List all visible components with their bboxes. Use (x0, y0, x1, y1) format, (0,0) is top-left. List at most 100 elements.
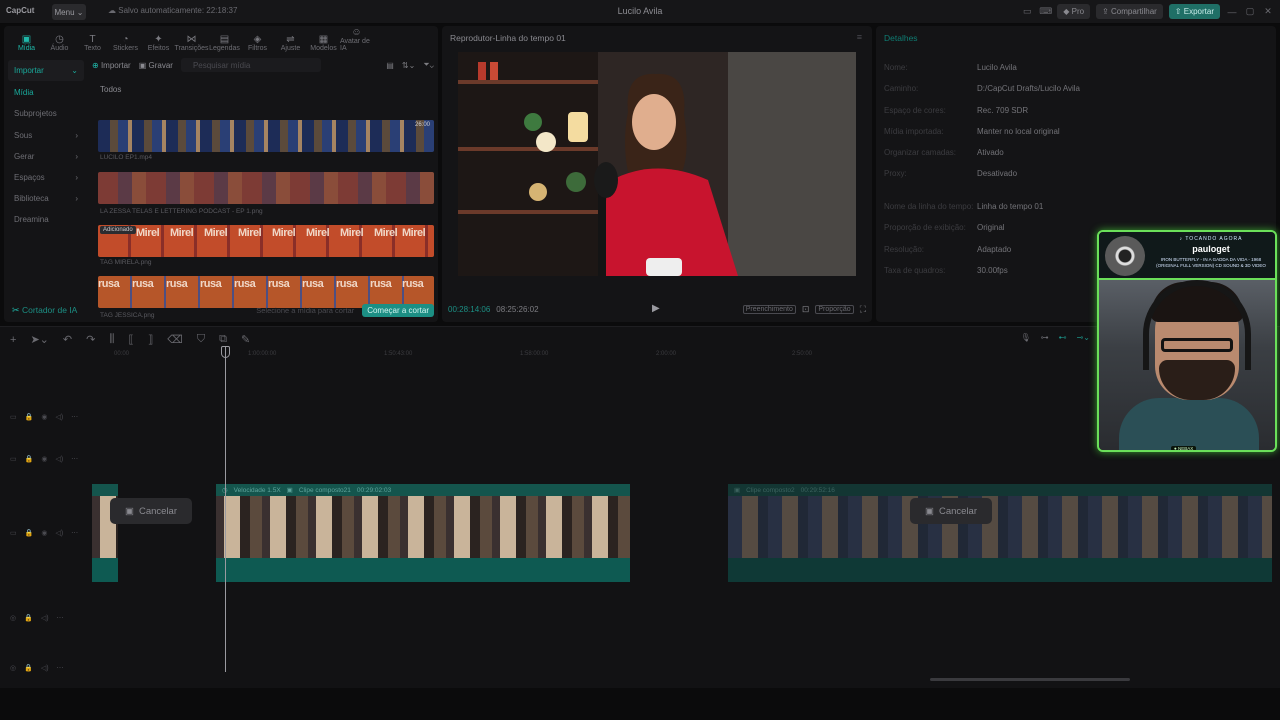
lock-icon[interactable]: 🔒 (25, 529, 34, 537)
start-cut-button[interactable]: Começar a cortar (362, 303, 434, 317)
menu-button[interactable]: Menu ⌄ (52, 4, 86, 20)
autosave-status: ☁ Salvo automaticamente: 22:18:37 (108, 6, 237, 15)
more-icon[interactable]: ⋯ (57, 664, 64, 672)
magnet-icon[interactable]: ⊷ (1059, 333, 1067, 342)
select-icon[interactable]: ➤⌄ (30, 333, 48, 346)
more-icon[interactable]: ⋯ (71, 413, 78, 421)
cancel-button[interactable]: ▣ Cancelar (910, 498, 992, 524)
audio-icon[interactable]: ◁) (55, 413, 63, 421)
sidebar-item-espa-os[interactable]: Espaços › (8, 167, 84, 188)
layout-icon[interactable]: ▭ (1021, 6, 1033, 17)
audio-icon[interactable]: ◁) (41, 614, 49, 622)
menu-icon[interactable]: ≡ (857, 32, 862, 42)
maximize-icon[interactable]: ▢ (1244, 6, 1256, 17)
fill-button[interactable]: Preenchimento (742, 305, 796, 314)
tool-icon: ⋈ (186, 34, 197, 45)
tool-tab-transi-es[interactable]: ⋈ Transições (175, 28, 209, 52)
timeline-clip-1[interactable]: ◷ Velocidade 1.5X ▣ Clipe composto21 00:… (216, 484, 630, 582)
sidebar-item-subprojetos[interactable]: Subprojetos (8, 103, 84, 124)
thumb-word: Mirel (238, 227, 262, 239)
tool-tab--udio[interactable]: ◷ Áudio (43, 28, 76, 52)
tool-tab-filtros[interactable]: ◈ Filtros (241, 28, 274, 52)
crop-icon[interactable]: ⊡ (802, 304, 810, 315)
sort-icon[interactable]: ⇅⌄ (402, 61, 415, 70)
media-thumb-1[interactable]: 26:00 (98, 120, 434, 152)
playhead[interactable] (225, 346, 226, 672)
shortcuts-icon[interactable]: ⌨ (1039, 6, 1052, 17)
details-title: Detalhes (884, 33, 918, 43)
fullscreen-icon[interactable]: ⛶ (860, 304, 866, 315)
record-button[interactable]: ▣ Gravar (139, 61, 173, 70)
detail-key: Resolução: (884, 245, 925, 254)
clip-frames (216, 496, 630, 558)
sidebar-item-biblioteca[interactable]: Biblioteca › (8, 188, 84, 209)
tool-tab-efeitos[interactable]: ✦ Efeitos (142, 28, 175, 52)
tool-tab-ajuste[interactable]: ⇌ Ajuste (274, 28, 307, 52)
cancel-button[interactable]: ▣ Cancelar (110, 498, 192, 524)
freeze-icon[interactable]: ⧉ (219, 333, 227, 346)
audio-icon[interactable]: ◁) (55, 455, 63, 463)
lock-icon[interactable]: 🔒 (25, 455, 34, 463)
minimize-icon[interactable]: — (1226, 7, 1238, 17)
tool-icon: T (89, 34, 96, 45)
add-icon[interactable]: + (10, 334, 16, 346)
microphone-icon[interactable]: 🎙 (1020, 333, 1030, 342)
view-list-icon[interactable]: ▤ (386, 61, 394, 70)
sidebar-item-m-dia[interactable]: Mídia (8, 82, 84, 103)
detail-value: Linha do tempo 01 (977, 202, 1044, 211)
compound-icon: ▣ (286, 487, 293, 494)
split-icon[interactable]: ⫼ (109, 333, 114, 346)
playhead-handle[interactable] (221, 346, 230, 358)
media-sidebar: Importar ⌄ Mídia Subprojetos Sous › Gerar › Espa… (8, 60, 84, 230)
marker-icon[interactable]: ⛉ (197, 333, 205, 346)
tool-tab-modelos[interactable]: ▦ Modelos (307, 28, 340, 52)
ruler-tick: 2:00:00 (656, 351, 677, 357)
play-icon[interactable]: ▶ (652, 303, 660, 314)
link-icon[interactable]: ⊶ (1041, 333, 1049, 342)
close-icon[interactable]: ✕ (1262, 6, 1274, 17)
clip-frames (728, 496, 1272, 558)
tool-tab-avatar-de-ia[interactable]: ☺ Avatar de IA (340, 27, 373, 52)
share-button[interactable]: ⇪ Compartilhar (1096, 4, 1163, 19)
pro-button[interactable]: ◆ Pro (1057, 4, 1091, 19)
video-preview[interactable] (458, 52, 856, 276)
lock-icon[interactable]: 🔒 (24, 614, 33, 622)
trim-right-icon[interactable]: ⟧ (148, 333, 153, 346)
eye-icon[interactable]: ◉ (41, 455, 47, 463)
media-thumb-3[interactable]: Mirel Mirel Mirel Mirel Mirel Mirel Mire… (98, 225, 434, 257)
eye-icon[interactable]: ◉ (41, 413, 47, 421)
import-button[interactable]: ⊕ Importar (92, 61, 131, 70)
trim-left-icon[interactable]: ⟦ (128, 333, 133, 346)
media-thumb-2[interactable] (98, 172, 434, 204)
more-icon[interactable]: ⋯ (57, 614, 64, 622)
export-button[interactable]: ⇧ Exportar (1168, 4, 1220, 19)
audio-icon[interactable]: ◁) (41, 664, 49, 672)
tool-tab-m-dia[interactable]: ▣ Mídia (10, 28, 43, 52)
delete-icon[interactable]: ⌫ (167, 333, 183, 346)
search-input[interactable]: Pesquisar mídia (180, 58, 321, 72)
ratio-button[interactable]: Proporção (815, 305, 854, 314)
redo-icon[interactable]: ↷ (86, 333, 95, 346)
draw-icon[interactable]: ✎ (241, 333, 250, 346)
timeline-clip-2[interactable]: ▣ Clipe composto2 00:29:52:16 (728, 484, 1272, 582)
lock-icon[interactable]: 🔒 (24, 664, 33, 672)
now-playing-widget: ♪ TOCANDO AGORA pauloget IRON BUTTERFLY … (1099, 232, 1275, 280)
audio-icon[interactable]: ◁) (55, 529, 63, 537)
tool-tab-legendas[interactable]: ▤ Legendas (208, 28, 241, 52)
more-icon[interactable]: ⋯ (71, 455, 78, 463)
sidebar-item-importar[interactable]: Importar ⌄ (8, 60, 84, 81)
sidebar-item-sous[interactable]: Sous › (8, 125, 84, 146)
snap-icon[interactable]: ⊸⌄ (1077, 333, 1090, 342)
eye-icon[interactable]: ◉ (41, 529, 47, 537)
sidebar-item-dreamina[interactable]: Dreamina (8, 209, 84, 230)
filter-icon[interactable]: ⏷⌄ (423, 60, 434, 70)
media-caption-2: LA ZESSA TELAS E LETTERING PODCAST - EP … (100, 208, 263, 215)
clip-header: ◷ Velocidade 1.5X ▣ Clipe composto21 00:… (216, 484, 630, 496)
lock-icon[interactable]: 🔒 (25, 413, 34, 421)
tool-tab-stickers[interactable]: ◔ Stickers (109, 28, 142, 52)
undo-icon[interactable]: ↶ (63, 333, 72, 346)
sidebar-item-gerar[interactable]: Gerar › (8, 146, 84, 167)
horizontal-scrollbar[interactable] (930, 678, 1130, 681)
tool-tab-texto[interactable]: T Texto (76, 28, 109, 52)
more-icon[interactable]: ⋯ (71, 529, 78, 537)
